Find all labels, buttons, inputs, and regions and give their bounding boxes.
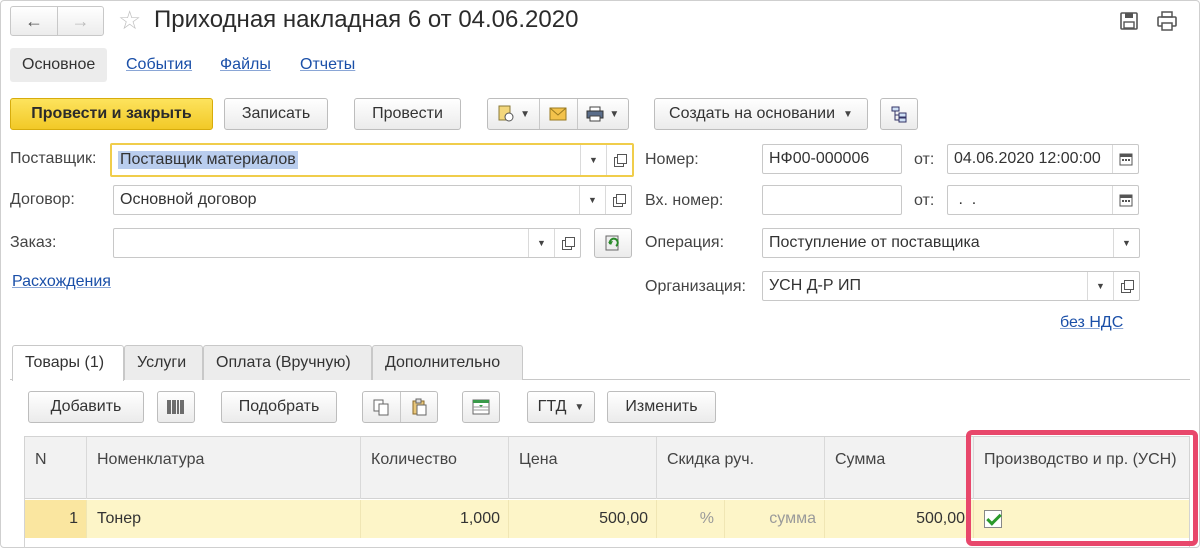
column-header-sum[interactable]: Сумма [824, 437, 973, 499]
order-field[interactable]: ▼ [113, 228, 581, 258]
column-header-discount[interactable]: Скидка руч. [656, 437, 824, 499]
document-icon [498, 105, 514, 122]
in-date-from-label: от: [914, 192, 935, 209]
operation-field[interactable]: Поступление от поставщика ▼ [762, 228, 1140, 258]
tab-services[interactable]: Услуги [124, 345, 203, 380]
date-field[interactable]: 04.06.2020 12:00:00 [947, 144, 1139, 174]
contract-field[interactable]: Основной договор ▼ [113, 185, 632, 215]
organization-field[interactable]: УСН Д-Р ИП ▼ [762, 271, 1140, 301]
open-icon[interactable] [606, 145, 632, 175]
goods-table: N Номенклатура Количество Цена Скидка ру… [24, 436, 1190, 548]
star-icon[interactable]: ☆ [118, 6, 141, 34]
envelope-icon[interactable] [539, 99, 576, 129]
order-label: Заказ: [10, 234, 57, 251]
cell-sum[interactable]: 500,00 [824, 500, 973, 538]
barcode-icon[interactable] [157, 391, 195, 423]
actions-button-group: ▼ ▼ [487, 98, 629, 130]
tab-additional[interactable]: Дополнительно [372, 345, 523, 380]
in-number-label: Вх. номер: [645, 192, 724, 209]
print-icon[interactable] [1156, 10, 1178, 32]
table-settings-icon[interactable] [462, 391, 500, 423]
supplier-label: Поставщик: [10, 150, 97, 167]
navigation-group: ← → [10, 6, 104, 36]
number-field[interactable]: НФ00-000006 [762, 144, 902, 174]
date-from-label: от: [914, 151, 935, 168]
tab-goods[interactable]: Товары (1) [12, 345, 124, 381]
tab-files[interactable]: Файлы [220, 48, 271, 82]
chevron-down-icon[interactable]: ▼ [579, 186, 605, 214]
chevron-down-icon[interactable]: ▼ [1087, 272, 1113, 300]
tab-events[interactable]: События [126, 48, 192, 82]
save-icon[interactable] [1118, 10, 1140, 32]
table-row[interactable]: 1 Тонер 1,000 500,00 % сумма 500,00 [25, 500, 1189, 538]
operation-label: Операция: [645, 234, 725, 251]
contract-label: Договор: [10, 191, 75, 208]
cell-qty[interactable]: 1,000 [360, 500, 508, 538]
calendar-icon[interactable] [1112, 145, 1138, 173]
cell-price[interactable]: 500,00 [508, 500, 656, 538]
chevron-down-icon[interactable]: ▼ [528, 229, 554, 257]
open-icon[interactable] [605, 186, 631, 214]
open-icon[interactable] [1113, 272, 1139, 300]
post-and-close-button[interactable]: Провести и закрыть [10, 98, 213, 130]
date-value: 04.06.2020 12:00:00 [954, 150, 1101, 167]
organization-value: УСН Д-Р ИП [769, 277, 861, 294]
production-checkbox[interactable] [984, 510, 1002, 528]
change-button[interactable]: Изменить [607, 391, 716, 423]
column-header-qty[interactable]: Количество [360, 437, 508, 499]
cell-n: 1 [25, 500, 86, 538]
cell-item[interactable]: Тонер [86, 500, 360, 538]
open-icon[interactable] [554, 229, 580, 257]
create-based-on-button[interactable]: Создать на основании ▼ [654, 98, 868, 130]
save-button[interactable]: Записать [224, 98, 328, 130]
structure-icon[interactable] [880, 98, 918, 130]
chevron-down-icon[interactable]: ▼ [1113, 229, 1139, 257]
number-label: Номер: [645, 151, 699, 168]
column-header-item[interactable]: Номенклатура [86, 437, 360, 499]
column-header-production[interactable]: Производство и пр. (УСН) [973, 437, 1191, 499]
tab-main[interactable]: Основное [10, 48, 108, 82]
calendar-icon[interactable] [1112, 186, 1138, 214]
contract-value: Основной договор [120, 191, 257, 208]
tab-reports[interactable]: Отчеты [300, 48, 355, 82]
column-header-n[interactable]: N [25, 437, 86, 499]
in-date-value: . . [954, 191, 977, 208]
arrow-left-icon[interactable]: ← [11, 7, 57, 35]
in-number-field[interactable] [762, 185, 902, 215]
document-dropdown[interactable]: ▼ [488, 99, 539, 129]
supplier-value: Поставщик материалов [118, 151, 298, 169]
add-button[interactable]: Добавить [28, 391, 144, 423]
supplier-field[interactable]: Поставщик материалов ▼ [110, 143, 634, 177]
refresh-icon[interactable] [594, 228, 632, 258]
copy-paste-group [362, 391, 438, 423]
organization-label: Организация: [645, 278, 746, 295]
pick-button[interactable]: Подобрать [221, 391, 337, 423]
print-dropdown[interactable]: ▼ [576, 99, 628, 129]
number-value: НФ00-000006 [769, 150, 870, 167]
cell-discount-sum[interactable]: сумма [724, 500, 824, 538]
in-date-field[interactable]: . . [947, 185, 1139, 215]
operation-value: Поступление от поставщика [769, 234, 980, 251]
vat-link[interactable]: без НДС [1060, 314, 1123, 332]
page-title: Приходная накладная 6 от 04.06.2020 [154, 6, 579, 33]
copy-icon[interactable] [363, 392, 400, 422]
print-icon [586, 106, 604, 122]
table-header: N Номенклатура Количество Цена Скидка ру… [25, 437, 1189, 499]
discrepancies-link[interactable]: Расхождения [12, 273, 111, 291]
cell-discount-pct[interactable]: % [656, 500, 724, 538]
arrow-right-icon[interactable]: → [56, 7, 103, 35]
post-button[interactable]: Провести [354, 98, 461, 130]
column-header-price[interactable]: Цена [508, 437, 656, 499]
tab-payment[interactable]: Оплата (Вручную) [203, 345, 372, 380]
cell-production [973, 500, 1191, 538]
paste-icon[interactable] [399, 392, 437, 422]
gtd-button[interactable]: ГТД ▼ [527, 391, 595, 423]
chevron-down-icon[interactable]: ▼ [580, 145, 606, 175]
